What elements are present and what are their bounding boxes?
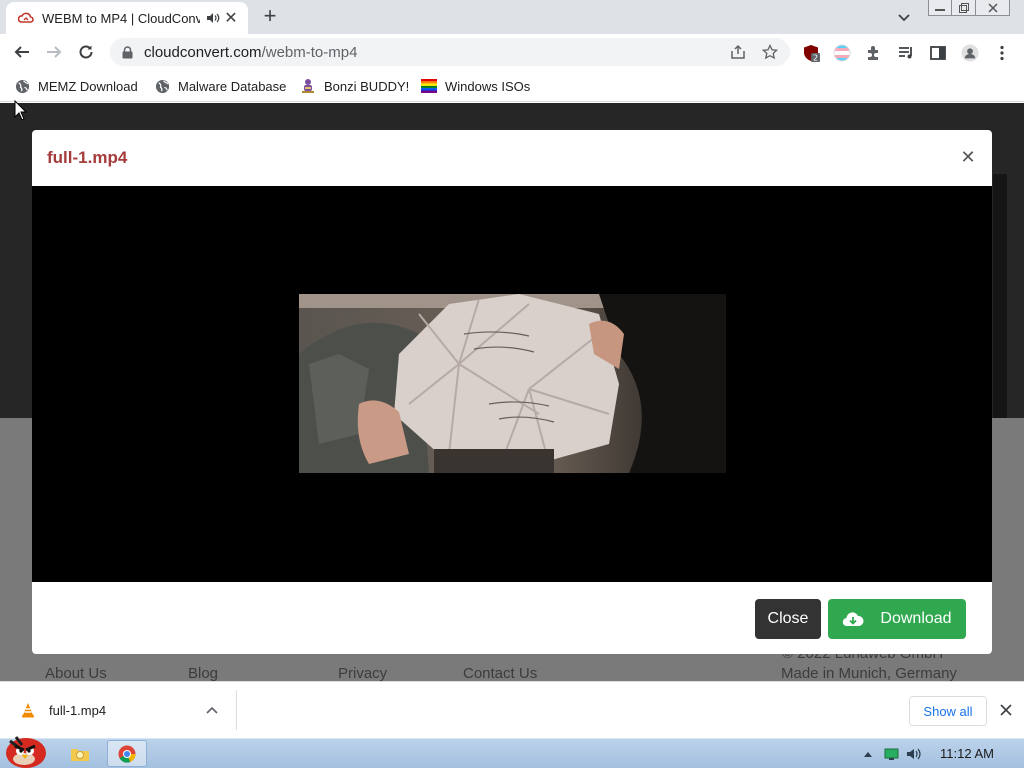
url-text: cloudconvert.com/webm-to-mp4 (144, 44, 357, 61)
tray-overflow-icon[interactable] (860, 746, 876, 762)
bookmarks-bar: MEMZ Download Malware Database Bonzi BUD… (0, 70, 1024, 102)
share-icon[interactable] (730, 44, 746, 60)
url-host: cloudconvert.com (144, 43, 262, 61)
cloud-download-icon (842, 610, 864, 628)
show-all-button[interactable]: Show all (909, 696, 987, 726)
footer-link-blog[interactable]: Blog (188, 665, 218, 681)
download-button-label: Download (880, 610, 952, 627)
footer-link-about[interactable]: About Us (45, 665, 107, 681)
ublock-origin-icon[interactable]: 2 (802, 44, 820, 62)
tab-title: WEBM to MP4 | CloudConvert (42, 10, 200, 26)
tab-strip: WEBM to MP4 | CloudConvert ✕ + (0, 0, 1024, 34)
bookmark-label: Bonzi BUDDY! (324, 78, 410, 94)
download-item[interactable]: full-1.mp4 (0, 690, 237, 730)
folder-icon (71, 748, 89, 761)
tab-audio-icon[interactable] (204, 10, 222, 26)
download-button[interactable]: Download (828, 599, 966, 639)
browser-tab[interactable]: WEBM to MP4 | CloudConvert ✕ (6, 2, 248, 34)
forward-button[interactable] (42, 40, 66, 64)
bookmark-bonzi-buddy[interactable]: Bonzi BUDDY! (300, 76, 409, 96)
tab-search-chevron-icon[interactable] (896, 9, 912, 25)
bookmark-label: MEMZ Download (38, 78, 138, 94)
close-button-label: Close (767, 610, 809, 627)
bookmark-label: Malware Database (178, 78, 287, 94)
chrome-menu-icon[interactable] (993, 44, 1011, 62)
modal-footer: Close Download (32, 582, 992, 654)
chevron-up-icon[interactable] (202, 700, 222, 720)
rainbow-flag-icon (421, 78, 437, 94)
network-icon[interactable] (884, 746, 900, 762)
download-shelf: full-1.mp4 Show all (0, 681, 1024, 738)
reload-button[interactable] (74, 40, 98, 64)
taskbar-clock[interactable]: 11:12 AM (940, 746, 994, 761)
close-button[interactable]: Close (755, 599, 821, 639)
media-control-icon[interactable] (897, 44, 915, 62)
mouse-cursor-icon (14, 99, 28, 122)
footer-link-privacy[interactable]: Privacy (338, 665, 387, 681)
side-panel-icon[interactable] (929, 44, 947, 62)
modal-header: full-1.mp4 ✕ (32, 130, 992, 186)
shelf-close-icon[interactable] (996, 700, 1016, 720)
window-close-button[interactable] (976, 0, 1010, 16)
cloudconvert-favicon-icon (18, 10, 34, 26)
start-button[interactable] (2, 729, 48, 768)
globe-icon (14, 78, 30, 94)
taskbar-chrome-button[interactable] (107, 740, 147, 767)
taskbar-explorer-button[interactable] (60, 740, 100, 767)
restore-button[interactable] (952, 0, 976, 16)
modal-close-icon[interactable]: ✕ (958, 147, 978, 167)
bookmark-label: Windows ISOs (445, 78, 531, 94)
video-player[interactable] (32, 186, 992, 582)
globe-icon (154, 78, 170, 94)
address-bar[interactable]: cloudconvert.com/webm-to-mp4 (110, 38, 790, 66)
bookmark-malware-database[interactable]: Malware Database (154, 76, 286, 96)
extensions-puzzle-icon[interactable] (865, 44, 883, 62)
browser-toolbar: cloudconvert.com/webm-to-mp4 2 (0, 34, 1024, 70)
show-all-label: Show all (923, 703, 973, 719)
footer-made-in: Made in Munich, Germany (781, 665, 957, 681)
angry-bird-icon (6, 736, 46, 768)
tab-close-icon[interactable]: ✕ (222, 9, 240, 27)
window-controls (928, 0, 1010, 18)
ublock-badge: 2 (813, 54, 818, 63)
lock-icon[interactable] (120, 45, 134, 59)
new-tab-button[interactable]: + (258, 5, 282, 29)
download-file-name: full-1.mp4 (49, 702, 107, 718)
page-hero-edge (993, 174, 1007, 418)
url-path: /webm-to-mp4 (261, 43, 358, 61)
chrome-icon (118, 745, 136, 763)
profile-avatar-icon[interactable] (961, 44, 979, 62)
video-frame (299, 294, 726, 473)
bookmark-star-icon[interactable] (762, 44, 778, 60)
footer-link-contact[interactable]: Contact Us (463, 665, 537, 681)
volume-icon[interactable] (906, 746, 922, 762)
minimize-button[interactable] (928, 0, 952, 16)
trans-flag-extension-icon[interactable] (833, 44, 851, 62)
taskbar: 11:12 AM (0, 736, 1024, 768)
bookmark-memz[interactable]: MEMZ Download (14, 76, 138, 96)
back-button[interactable] (10, 40, 34, 64)
vlc-cone-icon (20, 701, 36, 719)
preview-modal: full-1.mp4 ✕ Close Download (32, 130, 992, 654)
bonzi-icon (300, 78, 316, 94)
bookmark-windows-isos[interactable]: Windows ISOs (421, 76, 530, 96)
modal-title: full-1.mp4 (47, 148, 128, 167)
